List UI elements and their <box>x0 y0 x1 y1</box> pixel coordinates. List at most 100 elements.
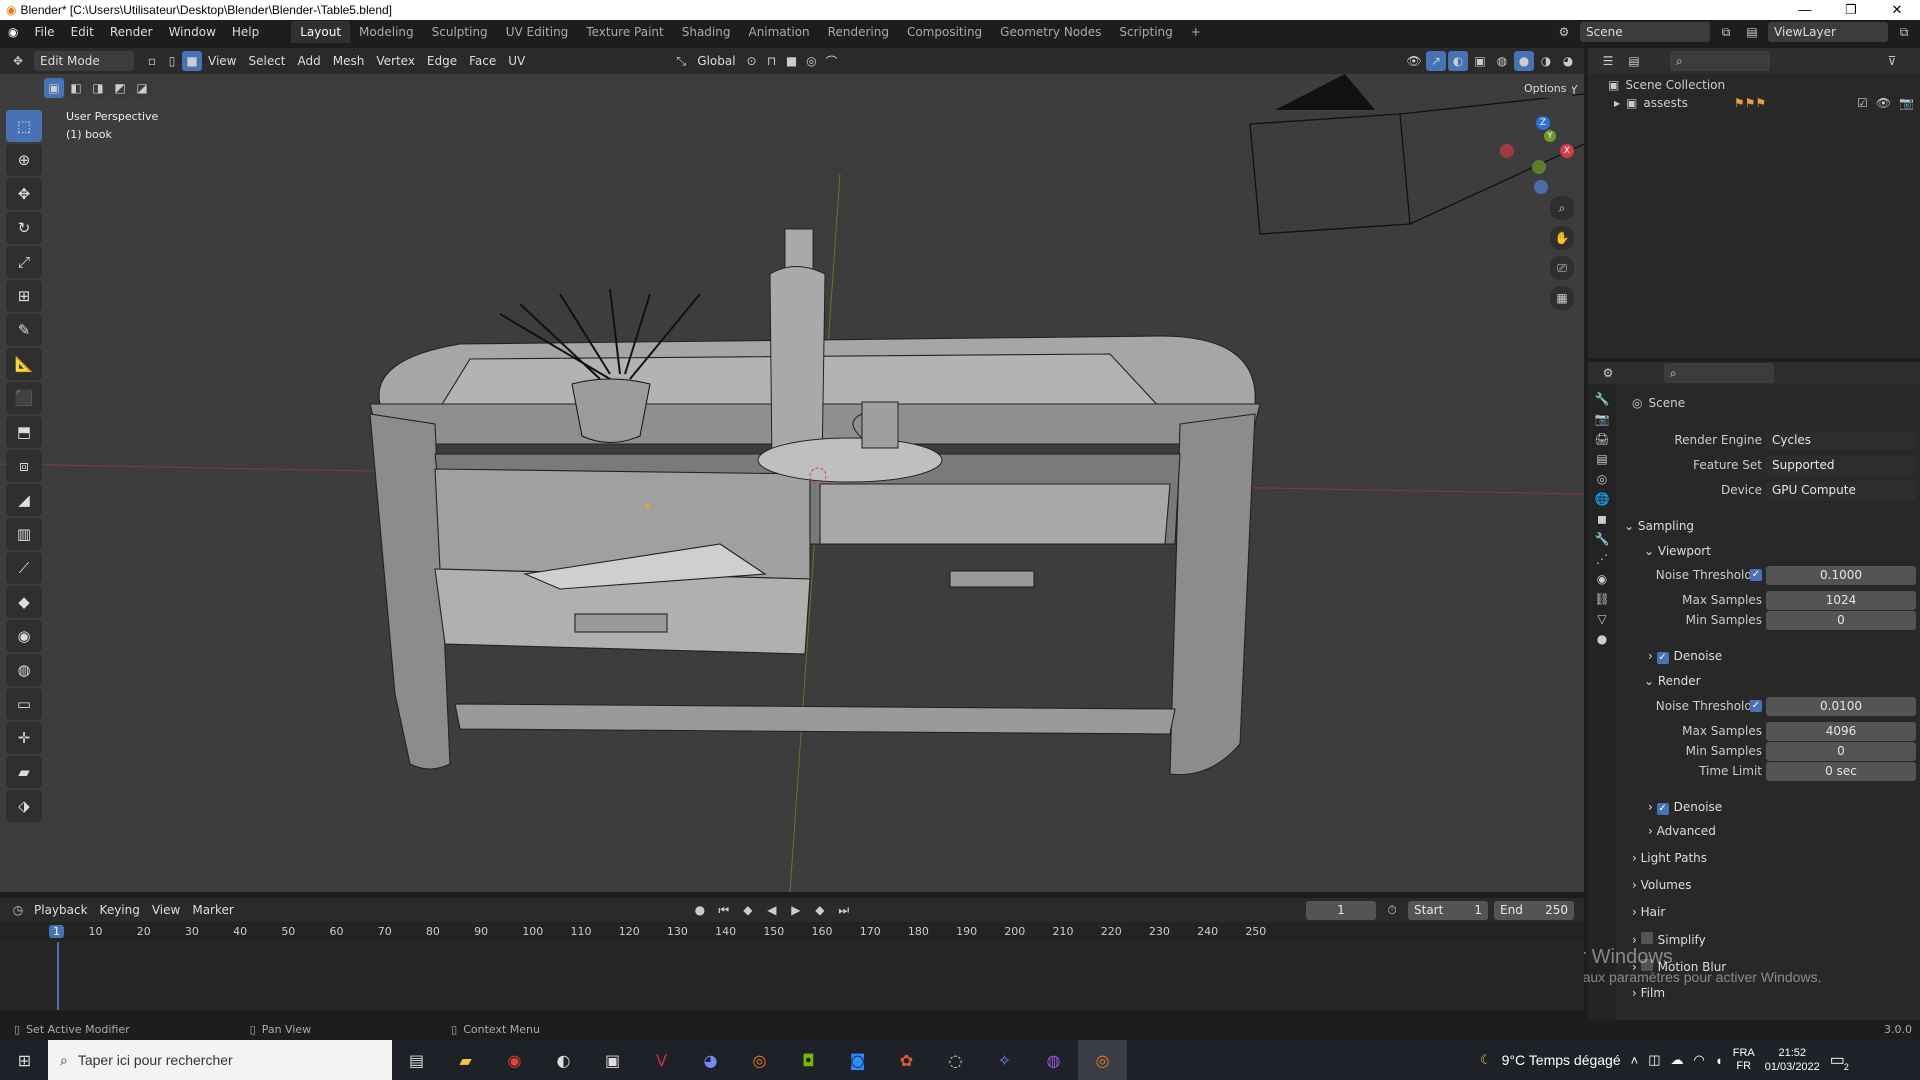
face-select-icon[interactable]: ■ <box>182 51 202 71</box>
film-section[interactable]: › Film <box>1632 986 1665 1000</box>
vertex-select-icon[interactable]: ▫ <box>142 51 162 71</box>
vp-denoise-section[interactable]: › ✓ Denoise <box>1648 649 1722 664</box>
navigation-gizmo[interactable]: Z Y X <box>1488 114 1578 204</box>
overlay-icon[interactable]: ◐ <box>1448 51 1468 71</box>
3d-viewport[interactable]: User Perspective (1) book ⋈ X Y Z Option… <box>0 74 1584 892</box>
r-max-samples-field[interactable]: 4096 <box>1766 721 1916 741</box>
obs-icon[interactable]: ◌ <box>931 1040 980 1080</box>
language-indicator[interactable]: FRA FR <box>1733 1047 1755 1073</box>
menu-add[interactable]: Add <box>292 51 327 71</box>
smooth-tool-icon[interactable]: ◍ <box>6 654 42 686</box>
inset-tool-icon[interactable]: ⧈ <box>6 450 42 482</box>
menu-select[interactable]: Select <box>242 51 291 71</box>
collection-name[interactable]: assests <box>1643 96 1687 110</box>
notification-icon[interactable]: ▭ 2 <box>1830 1050 1849 1072</box>
jump-end-icon[interactable]: ⏭ <box>834 900 854 920</box>
r-denoise-section[interactable]: › ✓ Denoise <box>1648 800 1722 815</box>
view-layer-icon[interactable]: ▤ <box>1742 22 1762 42</box>
snap-target-icon[interactable]: ■ <box>782 51 802 71</box>
file-explorer-icon[interactable]: ▰ <box>441 1040 490 1080</box>
podcast-icon[interactable]: ◍ <box>1029 1040 1078 1080</box>
viewport-subsection[interactable]: ⌄ Viewport <box>1644 544 1711 558</box>
gizmo-x-axis[interactable]: X <box>1560 144 1574 158</box>
knife-tool-icon[interactable]: ⟋ <box>6 552 42 584</box>
render-subsection[interactable]: ⌄ Render <box>1644 674 1701 688</box>
menu-help[interactable]: Help <box>224 20 267 44</box>
display-mode-icon[interactable]: ▤ <box>1624 51 1644 71</box>
steam-icon[interactable]: ◐ <box>539 1040 588 1080</box>
falloff-icon[interactable]: ⌒ <box>822 51 842 71</box>
bevel-tool-icon[interactable]: ◢ <box>6 484 42 516</box>
gizmo-z-axis[interactable]: Z <box>1536 116 1550 130</box>
camera-view-icon[interactable]: ⎚ <box>1550 256 1574 280</box>
material-tab-icon[interactable]: ● <box>1597 632 1607 646</box>
pan-hand-icon[interactable]: ✋ <box>1550 226 1574 250</box>
outliner-editor-icon[interactable]: ☰ <box>1598 51 1618 71</box>
menu-render[interactable]: Render <box>102 20 161 44</box>
vp-noise-threshold-checkbox[interactable]: ✓ <box>1750 569 1762 581</box>
simplify-section[interactable]: › Simplify <box>1632 932 1706 947</box>
gizmo-icon[interactable]: ↗ <box>1426 51 1446 71</box>
pivot-icon[interactable]: ⊙ <box>742 51 762 71</box>
outliner-search[interactable]: ⌕ <box>1670 51 1770 71</box>
tab-sculpting[interactable]: Sculpting <box>423 21 497 43</box>
select-subtract-icon[interactable]: ◨ <box>88 78 108 98</box>
menu-view[interactable]: View <box>202 51 242 71</box>
tab-animation[interactable]: Animation <box>739 21 818 43</box>
vp-noise-threshold-field[interactable]: 0.1000 <box>1766 565 1916 585</box>
playback-menu[interactable]: Playback <box>28 900 94 920</box>
timeline-editor-icon[interactable]: ◷ <box>8 900 28 920</box>
gizmo-neg-y[interactable] <box>1532 160 1546 174</box>
material-shading-icon[interactable]: ◑ <box>1536 51 1556 71</box>
weather-text[interactable]: 9°C Temps dégagé <box>1502 1052 1621 1068</box>
tab-rendering[interactable]: Rendering <box>819 21 898 43</box>
epic-games-icon[interactable]: ▣ <box>588 1040 637 1080</box>
scene-selector[interactable]: Scene <box>1580 22 1710 42</box>
select-invert-icon[interactable]: ◩ <box>110 78 130 98</box>
modifier-tab-icon[interactable]: 🔧 <box>1595 532 1610 546</box>
tab-layout[interactable]: Layout <box>291 21 351 43</box>
end-field[interactable]: 250 <box>1545 901 1568 920</box>
tool-tab-icon[interactable]: 🔧 <box>1595 392 1610 406</box>
volumes-section[interactable]: › Volumes <box>1632 878 1692 892</box>
volume-icon[interactable]: ◖ <box>1715 1053 1723 1068</box>
scene-icon[interactable]: ⚙ <box>1554 22 1574 42</box>
shear-tool-icon[interactable]: ▰ <box>6 756 42 788</box>
xray-icon[interactable]: ▣ <box>1470 51 1490 71</box>
network-icon[interactable]: ◫ <box>1648 1052 1660 1068</box>
outliner-row[interactable]: ▸ ▣ assests ⚑⚑⚑ ☑ 👁 📷 <box>1614 96 1914 110</box>
zoom-icon[interactable]: ⌕ <box>1550 196 1574 220</box>
start-field[interactable]: 1 <box>1474 901 1482 920</box>
nvidia-icon[interactable]: ◘ <box>784 1040 833 1080</box>
gizmo-neg-z[interactable] <box>1534 180 1548 194</box>
edge-select-icon[interactable]: ▯ <box>162 51 182 71</box>
weather-icon[interactable]: ☾ <box>1480 1052 1492 1068</box>
tab-texture-paint[interactable]: Texture Paint <box>577 21 672 43</box>
eye-icon[interactable]: 👁 <box>1876 96 1891 110</box>
spin-tool-icon[interactable]: ◉ <box>6 620 42 652</box>
new-scene-icon[interactable]: ⧉ <box>1716 22 1736 42</box>
blender-taskbar-icon[interactable]: ◎ <box>735 1040 784 1080</box>
playhead[interactable] <box>57 942 59 1010</box>
r-noise-threshold-field[interactable]: 0.0100 <box>1766 696 1916 716</box>
r-noise-threshold-checkbox[interactable]: ✓ <box>1750 700 1762 712</box>
jump-start-icon[interactable]: ⏮ <box>714 900 734 920</box>
advanced-section[interactable]: › Advanced <box>1648 824 1716 838</box>
gizmo-y-axis[interactable]: Y <box>1544 130 1556 142</box>
object-tab-icon[interactable]: ◼ <box>1597 512 1607 526</box>
menu-vertex[interactable]: Vertex <box>370 51 421 71</box>
onedrive-icon[interactable]: ☁ <box>1671 1052 1684 1068</box>
tab-modeling[interactable]: Modeling <box>350 21 423 43</box>
rotate-tool-icon[interactable]: ↻ <box>6 212 42 244</box>
hair-section[interactable]: › Hair <box>1632 905 1665 919</box>
r-min-samples-field[interactable]: 0 <box>1766 741 1916 761</box>
select-extend-icon[interactable]: ◧ <box>66 78 86 98</box>
render-tab-icon[interactable]: 📷 <box>1595 412 1610 426</box>
next-keyframe-icon[interactable]: ◆ <box>810 900 830 920</box>
tab-uv-editing[interactable]: UV Editing <box>497 21 578 43</box>
close-button[interactable]: ✕ <box>1874 2 1920 18</box>
add-cube-tool-icon[interactable]: ⬛ <box>6 382 42 414</box>
new-view-layer-icon[interactable]: ⧉ <box>1894 22 1914 42</box>
view-layer-selector[interactable]: ViewLayer <box>1768 22 1888 42</box>
app-icon[interactable]: ✿ <box>882 1040 931 1080</box>
